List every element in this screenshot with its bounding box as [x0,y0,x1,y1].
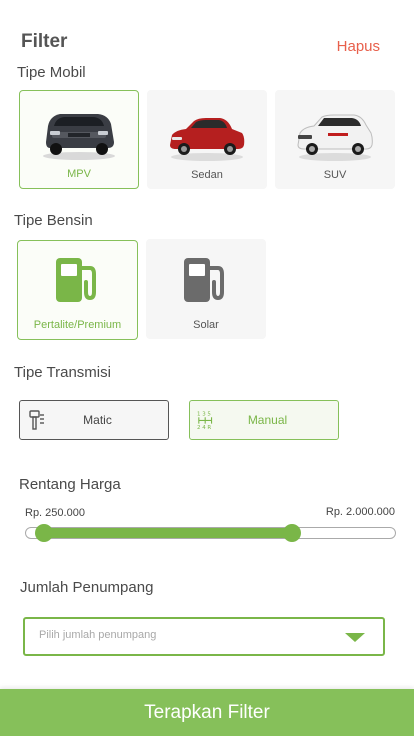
passenger-count-label: Jumlah Penumpang [20,579,154,596]
svg-text:1 3 5: 1 3 5 [197,411,211,417]
fuel-option-label: Pertalite/Premium [33,319,122,331]
transmission-option-matic[interactable]: Matic [19,400,169,440]
transmission-option-label: Matic [83,413,112,427]
passenger-count-dropdown[interactable]: Pilih jumlah penumpang [23,617,385,656]
apply-filter-button[interactable]: Terapkan Filter [0,689,414,736]
car-type-label: Tipe Mobil [17,64,86,81]
transmission-option-manual[interactable]: 1 3 5 2 4 R Manual [189,400,339,440]
transmission-option-label: Manual [247,413,288,427]
car-option-label: MPV [67,168,91,180]
fuel-option-solar[interactable]: Solar [146,239,266,339]
reset-button[interactable]: Hapus [337,38,380,55]
price-slider-max-thumb[interactable] [283,524,302,542]
fuel-pump-icon [55,258,96,302]
svg-text:2 4 R: 2 4 R [197,425,211,431]
fuel-pump-icon [184,258,224,302]
car-option-label: Sedan [191,169,223,181]
car-option-sedan[interactable]: Sedan [147,90,267,189]
chevron-down-icon [345,633,365,642]
price-max-value: Rp. 2.000.000 [325,506,395,518]
fuel-option-label: Solar [193,319,219,331]
transmission-label: Tipe Transmisi [14,364,111,381]
manual-gear-icon: 1 3 5 2 4 R [197,411,213,431]
automatic-gear-icon [29,410,44,430]
sedan-car-image [170,118,245,161]
passenger-count-placeholder: Pilih jumlah penumpang [39,629,157,641]
car-option-mpv[interactable]: MPV [19,90,139,189]
price-min-value: Rp. 250.000 [25,507,85,519]
mpv-car-image [43,114,115,160]
car-option-label: SUV [323,169,347,181]
price-slider-fill [43,528,293,538]
price-slider-min-thumb[interactable] [34,524,53,542]
fuel-option-pertalite[interactable]: Pertalite/Premium [17,240,138,340]
price-range-label: Rentang Harga [19,476,121,493]
fuel-type-label: Tipe Bensin [14,212,93,229]
car-option-suv[interactable]: SUV [275,90,395,189]
page-title: Filter [21,31,68,52]
suv-car-image [297,114,373,161]
